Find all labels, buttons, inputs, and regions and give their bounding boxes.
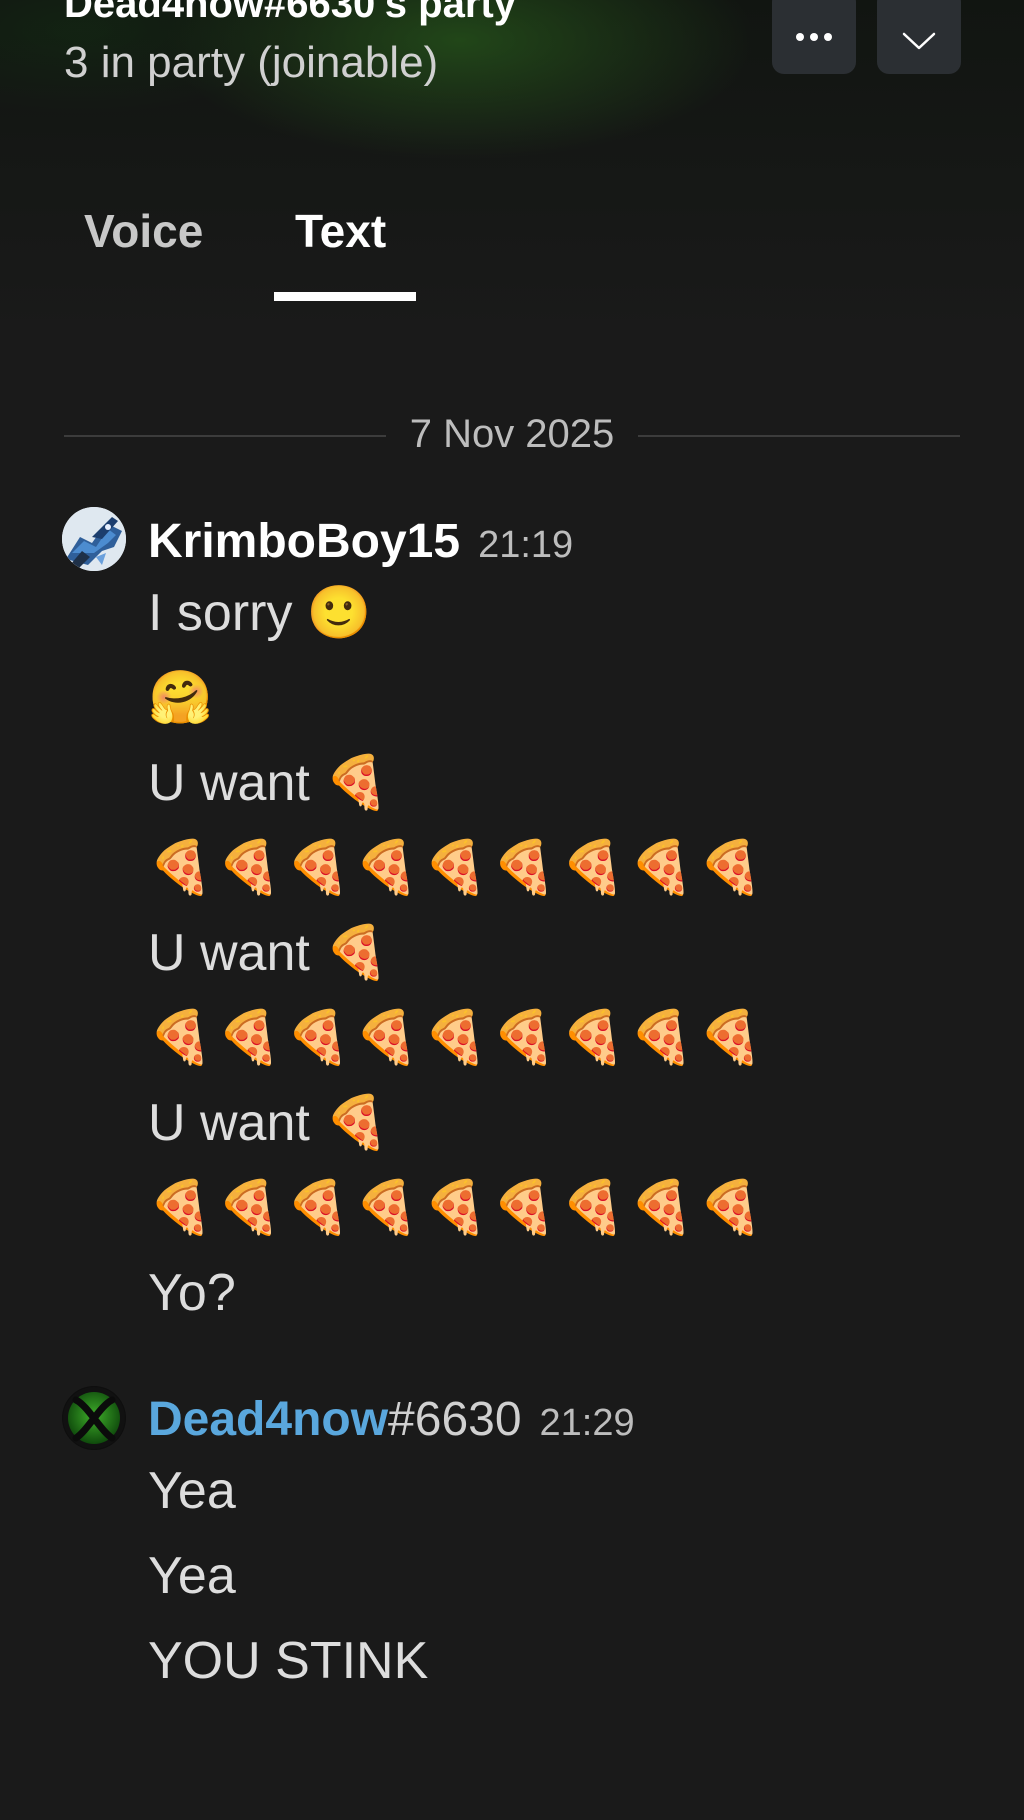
xbox-logo-icon bbox=[63, 1387, 125, 1449]
dragon-avatar-icon bbox=[62, 507, 126, 571]
message-text: U want 🍕 bbox=[148, 924, 390, 982]
message-text: YOU STINK bbox=[148, 1632, 429, 1690]
message-header: Dead4now#6630 21:29 bbox=[148, 1392, 635, 1447]
avatar[interactable] bbox=[62, 507, 126, 571]
party-status: 3 in party (joinable) bbox=[64, 38, 439, 87]
date-divider: 7 Nov 2025 bbox=[64, 412, 960, 460]
message-text: 🍕🍕🍕🍕🍕🍕🍕🍕🍕 bbox=[148, 1009, 767, 1067]
collapse-button[interactable] bbox=[877, 0, 961, 74]
tab-selected-indicator bbox=[274, 292, 416, 301]
chevron-down-icon bbox=[902, 32, 936, 50]
more-options-button[interactable] bbox=[772, 0, 856, 74]
message-text: Yea bbox=[148, 1547, 236, 1605]
message-time: 21:19 bbox=[478, 524, 574, 566]
message-text: Yo? bbox=[148, 1264, 236, 1322]
author-gamertag-suffix: #6630 bbox=[388, 1393, 522, 1446]
author-name[interactable]: KrimboBoy15 bbox=[148, 515, 460, 568]
message-text: I sorry 🙂 bbox=[148, 584, 372, 642]
message-header: KrimboBoy15 21:19 bbox=[148, 514, 573, 569]
message-text: U want 🍕 bbox=[148, 754, 390, 812]
message-text: 🤗 bbox=[148, 669, 213, 727]
avatar[interactable] bbox=[62, 1386, 126, 1450]
tab-text[interactable]: Text bbox=[295, 204, 386, 258]
message-text: 🍕🍕🍕🍕🍕🍕🍕🍕🍕 bbox=[148, 839, 767, 897]
party-title: Dead4now#6630's party bbox=[64, 0, 516, 26]
author-name[interactable]: Dead4now bbox=[148, 1393, 388, 1446]
message-time: 21:29 bbox=[539, 1402, 635, 1444]
date-divider-label: 7 Nov 2025 bbox=[409, 412, 615, 456]
message-text: Yea bbox=[148, 1462, 236, 1520]
message-text: 🍕🍕🍕🍕🍕🍕🍕🍕🍕 bbox=[148, 1179, 767, 1237]
tab-voice[interactable]: Voice bbox=[84, 204, 203, 258]
more-dots-icon bbox=[796, 33, 832, 41]
message-text: U want 🍕 bbox=[148, 1094, 390, 1152]
